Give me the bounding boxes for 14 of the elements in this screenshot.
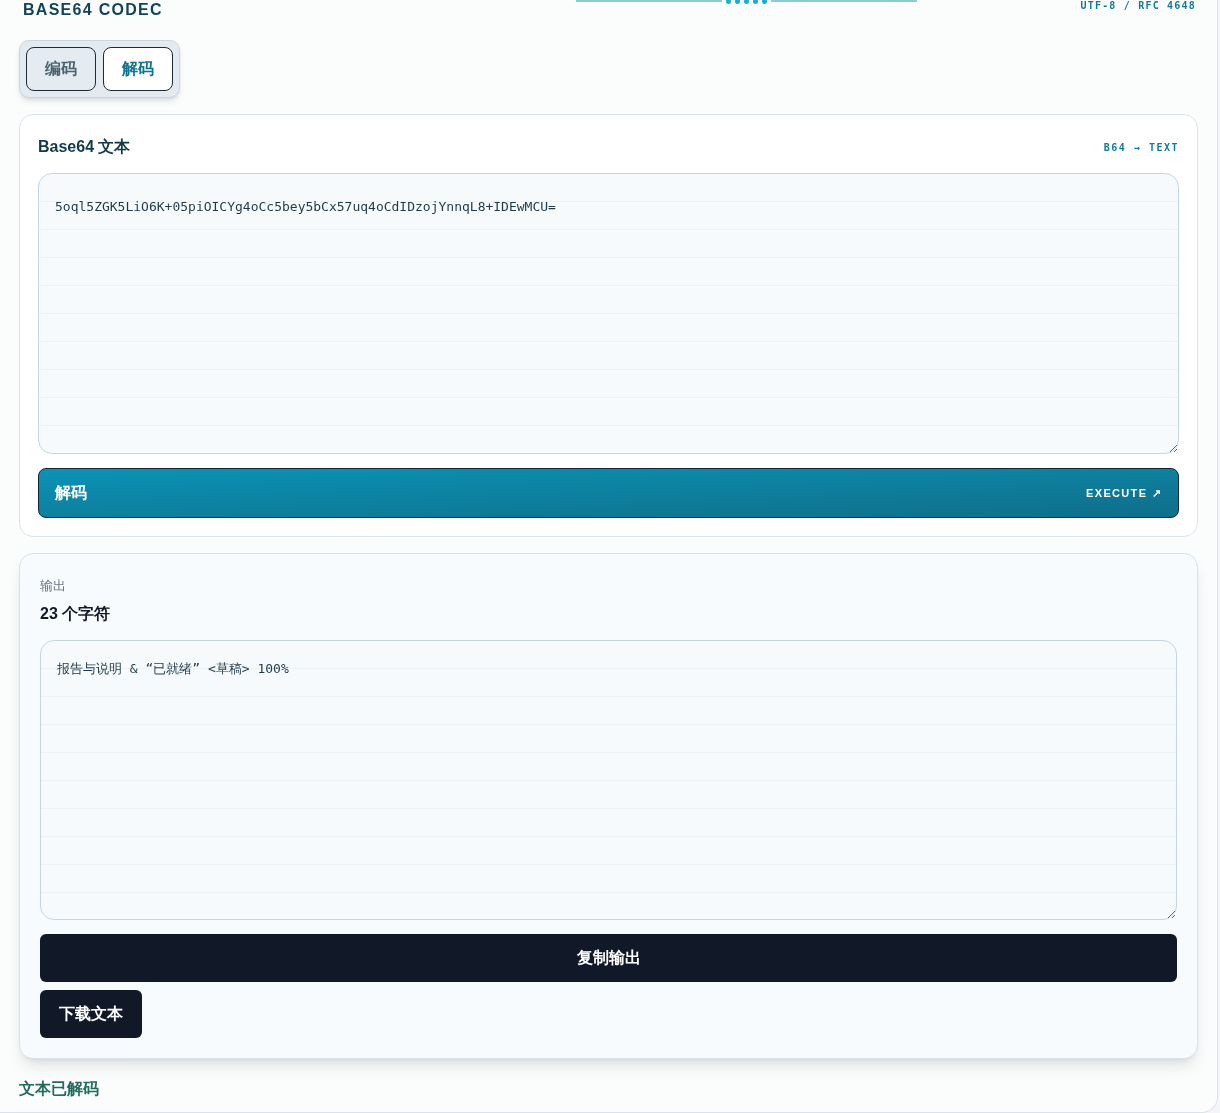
copy-button[interactable]: 复制输出 — [40, 933, 1177, 982]
direction-label: B64 → TEXT — [1103, 140, 1179, 155]
character-count: 23 个字符 — [40, 603, 112, 624]
output-field[interactable]: 报告与说明 & “已就绪” <草稿> 100% — [40, 639, 1177, 920]
decode-button[interactable]: 解码 EXECUTE ↗ — [38, 468, 1179, 518]
standard-label: UTF-8 / RFC 4648 — [1080, 0, 1196, 12]
output-label: 输出 — [40, 577, 67, 595]
download-button[interactable]: 下载文本 — [40, 989, 142, 1038]
base64-input-field[interactable]: 5oql5ZGK5LiO6K+05piOICYg4oCc5bey5bCx57uq4oCdIDzojYnnqL8+IDEwMCU= — [38, 173, 1179, 454]
app-title: BASE64 CODEC — [23, 0, 163, 20]
mode-tab[interactable]: 编码 — [26, 47, 96, 91]
panel-title: Base64 文本 — [38, 137, 131, 157]
mode-tab[interactable]: 解码 — [103, 47, 173, 91]
status-message: 文本已解码 — [19, 1078, 100, 1099]
